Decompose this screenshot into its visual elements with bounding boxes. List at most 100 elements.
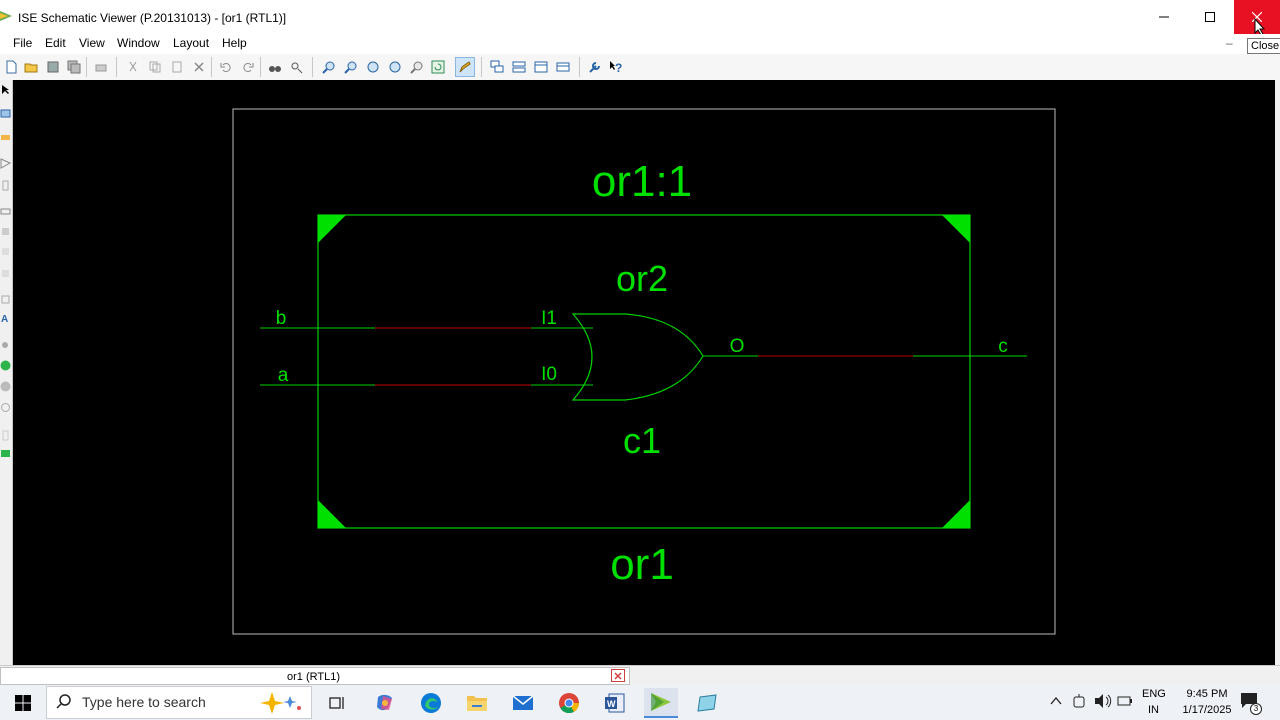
tile-vertical-button[interactable] [532, 58, 550, 76]
region-indicator: IN [1148, 704, 1159, 716]
cascade-button[interactable] [488, 58, 506, 76]
zoom-full-icon [367, 61, 379, 73]
port-c-label: c [998, 336, 1008, 357]
chevron-up-icon[interactable] [1050, 696, 1062, 706]
attribute-icon[interactable] [0, 268, 11, 279]
vertical-scrollbar[interactable] [1275, 80, 1280, 665]
help-button[interactable]: ? [607, 58, 625, 76]
wrench-icon [589, 62, 600, 73]
word-button[interactable]: W [600, 688, 630, 718]
clock-time[interactable]: 9:45 PM [1182, 688, 1232, 700]
ise-taskbar-button[interactable] [644, 688, 678, 718]
pencil-icon [459, 61, 471, 73]
add-port-icon[interactable] [0, 448, 11, 459]
corner-marker [942, 500, 970, 528]
paste-button[interactable] [168, 58, 186, 76]
net-name-icon[interactable] [0, 246, 11, 257]
save-all-icon [67, 60, 81, 74]
port-b-label: b [276, 308, 287, 329]
add-symbol-icon[interactable] [0, 158, 11, 169]
chrome-browser-icon [559, 693, 580, 714]
menu-window[interactable]: Window [117, 36, 160, 50]
svg-text:A: A [1, 314, 8, 323]
toolbar-separator [481, 57, 482, 77]
zoom-window-button[interactable] [408, 58, 426, 76]
add-rectangle-icon[interactable] [0, 381, 11, 392]
window-button[interactable] [554, 58, 572, 76]
rename-icon[interactable] [0, 294, 11, 305]
battery-icon[interactable] [1117, 696, 1133, 706]
find-replace-button[interactable] [288, 58, 306, 76]
menu-layout[interactable]: Layout [173, 36, 209, 50]
chrome-button[interactable] [554, 688, 584, 718]
menu-edit[interactable]: Edit [45, 36, 66, 50]
add-arc-icon[interactable] [0, 340, 11, 351]
paste-icon [172, 61, 182, 73]
help-pointer-icon: ? [610, 61, 622, 74]
options-button[interactable] [586, 58, 604, 76]
io-marker-icon[interactable] [0, 206, 11, 217]
task-view-button[interactable] [322, 688, 352, 718]
tab-close-button[interactable] [611, 669, 625, 682]
clock-date: 1/17/2025 [1182, 704, 1232, 716]
inner-minimize-button[interactable]: – [1226, 36, 1233, 50]
zoom-in-button[interactable] [320, 58, 338, 76]
redo-button[interactable] [239, 58, 257, 76]
find-replace-icon [291, 62, 303, 74]
zoom-full-button[interactable] [364, 58, 382, 76]
print-icon [95, 64, 107, 72]
redo-icon [243, 63, 254, 72]
open-button[interactable] [22, 58, 40, 76]
save-all-button[interactable] [65, 58, 83, 76]
app-taskbar-button[interactable] [692, 688, 722, 718]
copilot-button[interactable] [370, 688, 400, 718]
undo-icon [220, 63, 231, 72]
find-button[interactable] [266, 58, 284, 76]
language-indicator[interactable]: ENG [1142, 688, 1166, 700]
cascade-windows-icon [490, 60, 504, 73]
delete-button[interactable] [190, 58, 208, 76]
undo-button[interactable] [217, 58, 235, 76]
maximize-button[interactable] [1187, 0, 1233, 34]
file-explorer-button[interactable] [462, 688, 492, 718]
cut-button[interactable] [124, 58, 142, 76]
meet-now-icon[interactable] [1072, 693, 1086, 709]
add-circle-icon[interactable] [0, 360, 11, 371]
volume-icon[interactable] [1094, 693, 1112, 709]
zoom-out-icon [344, 61, 357, 74]
add-net-icon[interactable] [0, 132, 11, 143]
port-a-label: a [278, 365, 289, 386]
copy-button[interactable] [146, 58, 164, 76]
refresh-icon [431, 60, 445, 74]
start-button[interactable] [0, 685, 46, 720]
add-text-icon[interactable]: A [0, 312, 11, 323]
ise-app-icon [651, 693, 671, 711]
menu-view[interactable]: View [79, 36, 105, 50]
module-name-label: or1 [610, 540, 674, 589]
zoom-window-icon [410, 61, 423, 74]
new-button[interactable] [2, 58, 20, 76]
tile-vertical-icon [534, 61, 548, 73]
menu-help[interactable]: Help [222, 36, 247, 50]
refresh-button[interactable] [429, 58, 447, 76]
schematic-canvas[interactable]: or1:1 or2 c1 or1 I1 I0 O b a c [13, 80, 1275, 665]
zoom-out-button[interactable] [342, 58, 360, 76]
pointer-tool-button[interactable] [455, 57, 475, 77]
or-gate-symbol[interactable] [571, 313, 704, 401]
save-button[interactable] [44, 58, 62, 76]
pin-i1-label: I1 [541, 308, 557, 329]
menu-file[interactable]: File [13, 36, 32, 50]
zoom-selection-button[interactable] [386, 58, 404, 76]
instance-name-icon[interactable] [0, 226, 11, 237]
mail-button[interactable] [508, 688, 538, 718]
add-line-icon[interactable] [0, 402, 11, 413]
add-wire-icon[interactable] [0, 108, 11, 119]
print-button[interactable] [92, 58, 110, 76]
bus-tap-icon[interactable] [0, 180, 11, 191]
edge-button[interactable] [416, 688, 446, 718]
cut-icon [129, 61, 137, 72]
select-arrow-icon[interactable] [0, 84, 11, 95]
add-pin-icon[interactable] [0, 430, 11, 441]
tile-horizontal-button[interactable] [510, 58, 528, 76]
minimize-button[interactable] [1141, 0, 1187, 34]
